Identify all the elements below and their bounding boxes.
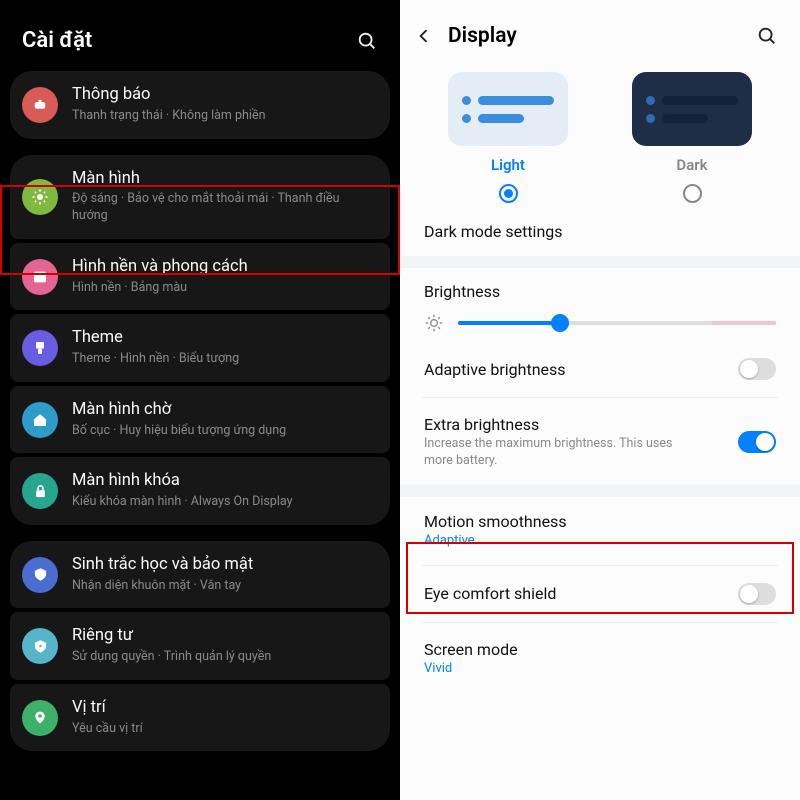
right-header: Display [400, 0, 800, 62]
theme-selector: Light Dark [400, 62, 800, 207]
left-header: Cài đặt [0, 0, 400, 71]
brightness-title: Brightness [400, 268, 800, 309]
item-sub: Độ sáng · Bảo vệ cho mắt thoải mái · Tha… [72, 191, 378, 225]
settings-panel-left: Cài đặt Thông báo Thanh trạng thái · Khô… [0, 0, 400, 800]
item-label: Màn hình chờ [72, 400, 378, 421]
label: Adaptive brightness [424, 360, 566, 379]
theme-option-light[interactable]: Light [430, 72, 586, 203]
settings-item-wallpaper[interactable]: Hình nền và phong cách Hình nền · Bảng m… [10, 243, 390, 311]
settings-item-biometrics[interactable]: Sinh trắc học và bảo mật Nhận diện khuôn… [10, 541, 390, 609]
toggle-extra-brightness[interactable] [738, 431, 776, 453]
home-icon [22, 402, 58, 438]
brush-icon [22, 330, 58, 366]
slider-thumb[interactable] [551, 314, 569, 332]
settings-item-display[interactable]: Màn hình Độ sáng · Bảo vệ cho mắt thoải … [10, 155, 390, 239]
value: Vivid [424, 661, 518, 676]
row-dark-mode-settings[interactable]: Dark mode settings [400, 207, 800, 256]
item-label: Theme [72, 328, 378, 349]
settings-item-themes[interactable]: Theme Theme · Hình nền · Biểu tượng [10, 314, 390, 382]
settings-item-location[interactable]: Vị trí Yêu cầu vị trí [10, 684, 390, 752]
theme-option-dark[interactable]: Dark [614, 72, 770, 203]
row-extra-brightness[interactable]: Extra brightness Increase the maximum br… [400, 400, 800, 485]
shield-icon [22, 557, 58, 593]
item-label: Thông báo [72, 85, 378, 106]
section-divider [400, 256, 800, 268]
settings-item-homescreen[interactable]: Màn hình chờ Bố cục · Huy hiệu biểu tượn… [10, 386, 390, 454]
pin-icon [22, 700, 58, 736]
toggle-eye-comfort[interactable] [738, 583, 776, 605]
item-label: Màn hình [72, 169, 378, 190]
brightness-slider-row [400, 309, 800, 343]
item-sub: Sử dụng quyền · Trình quản lý quyền [72, 649, 378, 666]
label: Screen mode [424, 640, 518, 659]
theme-preview-dark [632, 72, 752, 146]
lock-icon [22, 473, 58, 509]
item-label: Vị trí [72, 698, 378, 719]
label: Dark mode settings [424, 222, 563, 241]
sun-icon [22, 179, 58, 215]
display-panel-right: Display Light Dark Dark mode settings Br [400, 0, 800, 800]
section-divider [400, 485, 800, 497]
brightness-slider[interactable] [458, 314, 776, 332]
search-icon[interactable] [756, 25, 778, 47]
row-eye-comfort[interactable]: Eye comfort shield [400, 568, 800, 620]
label: Extra brightness [424, 415, 694, 434]
bell-icon [22, 87, 58, 123]
label: Motion smoothness [424, 512, 567, 531]
row-motion-smoothness[interactable]: Motion smoothness Adaptive [400, 497, 800, 563]
privacy-icon [22, 628, 58, 664]
settings-item-privacy[interactable]: Riêng tư Sử dụng quyền · Trình quản lý q… [10, 612, 390, 680]
item-sub: Hình nền · Bảng màu [72, 280, 378, 297]
item-label: Sinh trắc học và bảo mật [72, 555, 378, 576]
theme-preview-light [448, 72, 568, 146]
sub: Increase the maximum brightness. This us… [424, 436, 694, 470]
item-label: Màn hình khóa [72, 471, 378, 492]
radio-light[interactable] [499, 184, 518, 203]
label: Eye comfort shield [424, 584, 556, 603]
theme-label-dark: Dark [676, 156, 707, 174]
item-sub: Bố cục · Huy hiệu biểu tượng ứng dụng [72, 423, 378, 440]
radio-dark[interactable] [683, 184, 702, 203]
item-label: Hình nền và phong cách [72, 257, 378, 278]
page-title-right: Display [448, 24, 517, 48]
image-icon [22, 259, 58, 295]
search-icon[interactable] [356, 30, 378, 52]
theme-label-light: Light [491, 156, 525, 174]
sun-outline-icon [424, 313, 444, 333]
item-sub: Thanh trạng thái · Không làm phiền [72, 108, 378, 125]
value: Adaptive [424, 533, 567, 548]
settings-item-lockscreen[interactable]: Màn hình khóa Kiểu khóa màn hình · Alway… [10, 457, 390, 525]
settings-item-notifications[interactable]: Thông báo Thanh trạng thái · Không làm p… [10, 71, 390, 139]
settings-list: Thông báo Thanh trạng thái · Không làm p… [0, 71, 400, 751]
row-adaptive-brightness[interactable]: Adaptive brightness [400, 343, 800, 395]
item-sub: Nhận diện khuôn mặt · Vân tay [72, 578, 378, 595]
toggle-adaptive[interactable] [738, 358, 776, 380]
row-screen-mode[interactable]: Screen mode Vivid [400, 625, 800, 676]
page-title-left: Cài đặt [22, 28, 92, 53]
item-sub: Kiểu khóa màn hình · Always On Display [72, 494, 378, 511]
item-sub: Yêu cầu vị trí [72, 721, 378, 738]
item-sub: Theme · Hình nền · Biểu tượng [72, 351, 378, 368]
back-icon[interactable] [414, 26, 434, 46]
item-label: Riêng tư [72, 626, 378, 647]
